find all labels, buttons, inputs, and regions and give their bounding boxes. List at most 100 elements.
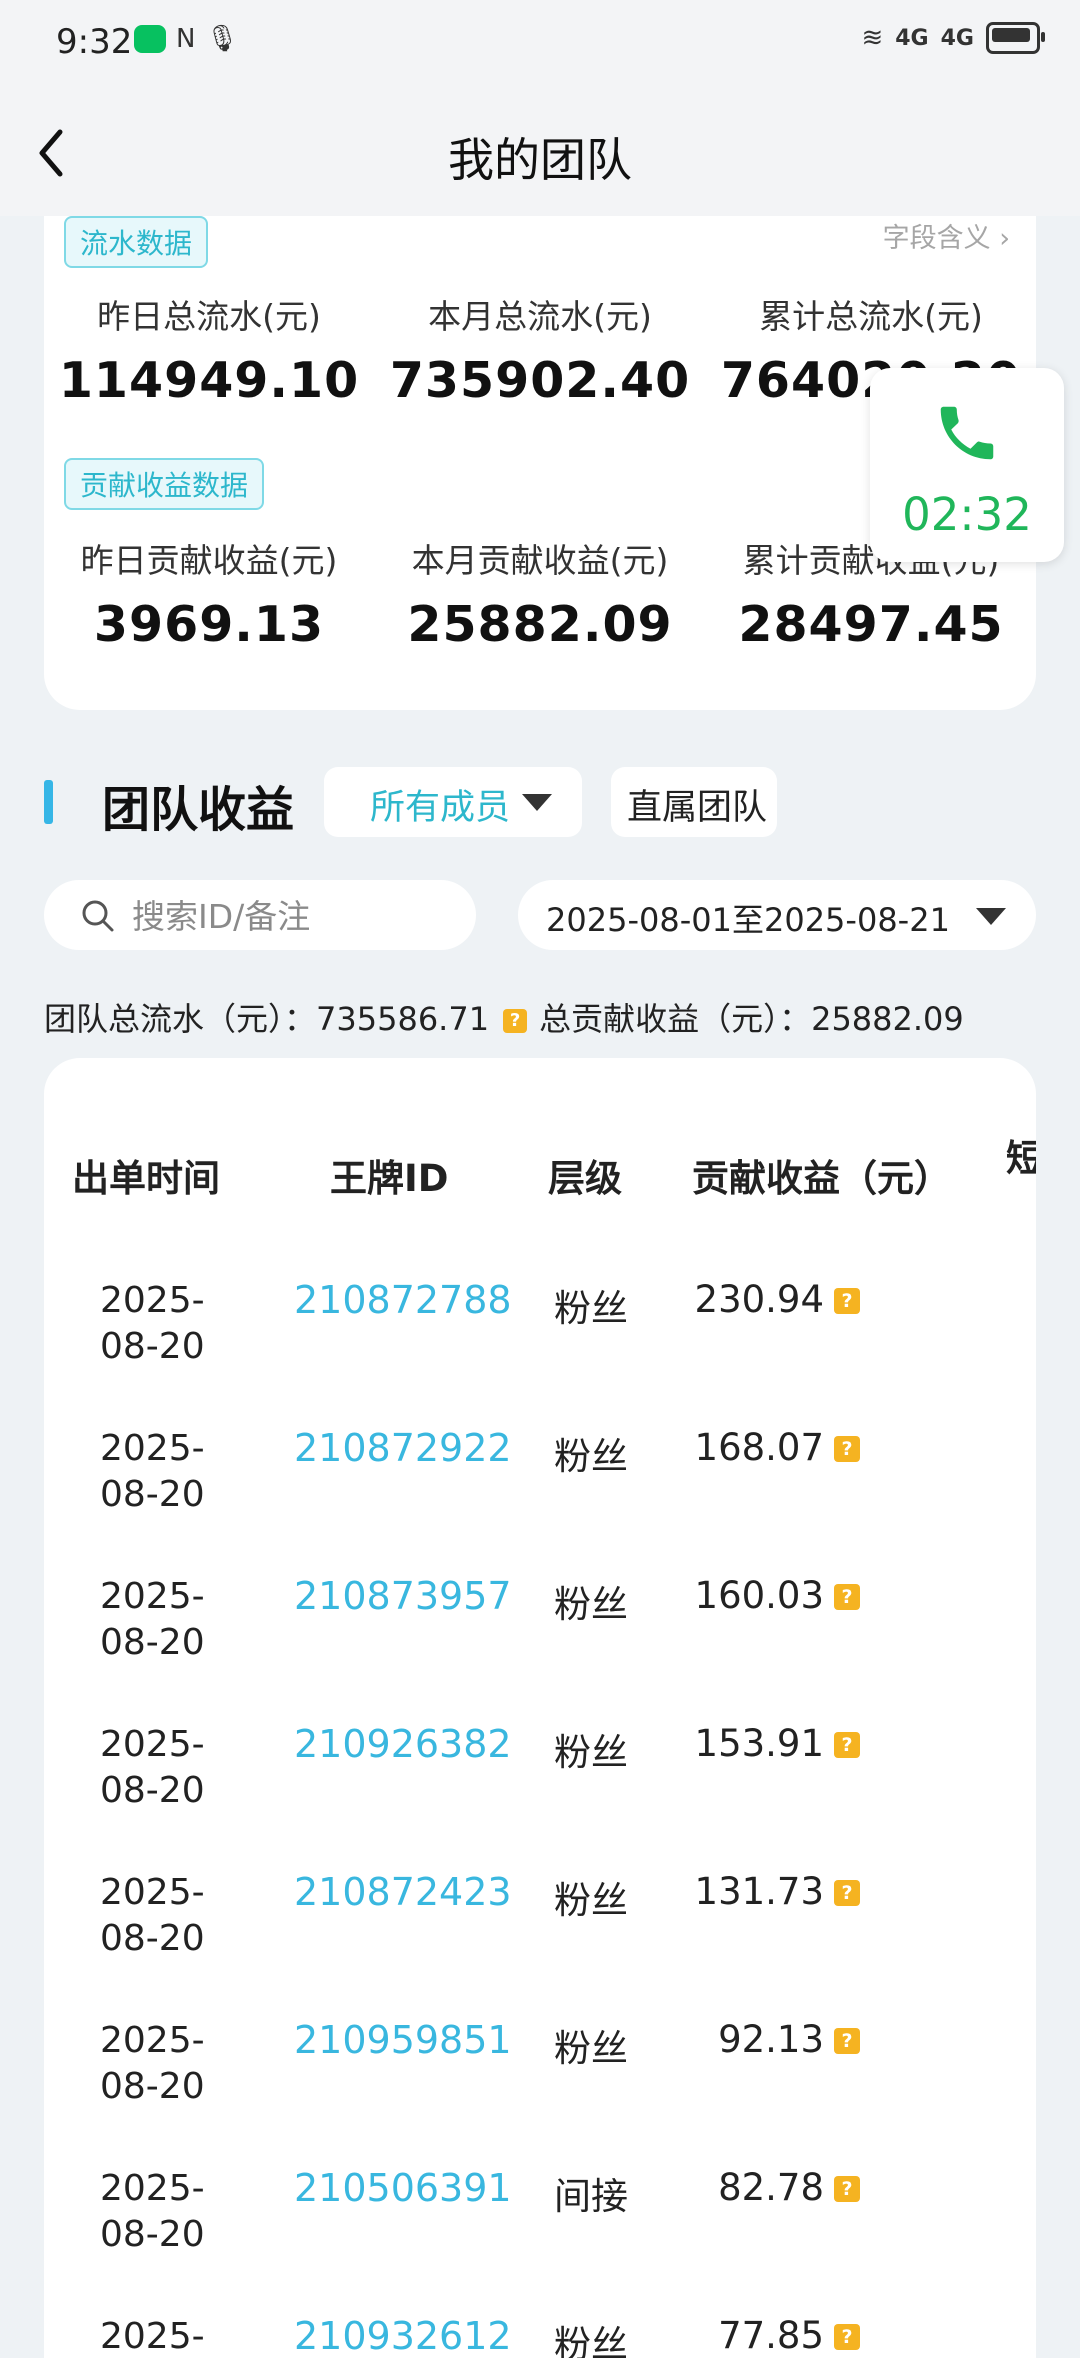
- stat-label: 本月总流水(元): [428, 297, 652, 336]
- date-range-picker[interactable]: 2025-08-01至2025-08-21: [518, 880, 1036, 950]
- cell-date-monthday: 08-20: [100, 1622, 205, 1663]
- search-input[interactable]: [130, 890, 454, 942]
- filter-direct-team[interactable]: 直属团队: [611, 767, 777, 837]
- nfc-icon: N: [176, 24, 196, 54]
- header-order-time: 出单时间: [72, 1157, 220, 1200]
- table-row: 2025- 08-20 210872788 粉丝 230.94?: [44, 1278, 1036, 1428]
- header-level: 层级: [548, 1157, 622, 1200]
- cell-order-time: 2025-08-20: [100, 2314, 205, 2358]
- section-title: 团队收益: [102, 782, 295, 838]
- header-contrib: 贡献收益（元）: [692, 1157, 951, 1200]
- stat-label: 昨日贡献收益(元): [80, 541, 338, 580]
- table-row: 2025-08-20 210932612 粉丝 77.85?: [44, 2314, 1036, 2358]
- cell-ace-id-link[interactable]: 210873957: [294, 1574, 512, 1618]
- cell-date-year: 2025-: [100, 2316, 205, 2357]
- cell-date-year: 2025-: [100, 2168, 205, 2209]
- field-meaning-link[interactable]: 字段含义 ›: [883, 216, 1010, 255]
- header-short-truncated: 短: [1006, 1137, 1036, 1180]
- filter-all-label: 所有成员: [370, 788, 511, 828]
- call-duration: 02:32: [902, 488, 1032, 541]
- stat-value: 735902.40: [389, 352, 691, 409]
- question-badge-icon[interactable]: ?: [834, 1584, 860, 1610]
- cell-contrib-amount: 160.03: [694, 1574, 824, 1617]
- question-badge-icon[interactable]: ?: [834, 1732, 860, 1758]
- nav-bar: 我的团队: [0, 86, 1080, 216]
- flow-data-tag: 流水数据: [64, 216, 209, 268]
- table-row: 2025- 08-20 210506391 间接 82.78?: [44, 2166, 1036, 2316]
- cell-ace-id-link[interactable]: 210872788: [294, 1278, 512, 1322]
- cell-date-year: 2025-: [100, 1280, 205, 1321]
- cell-level: 粉丝: [554, 1435, 628, 1478]
- filter-all-members[interactable]: 所有成员: [324, 767, 582, 837]
- header-ace-id: 王牌ID: [330, 1157, 449, 1200]
- cell-ace-id-link[interactable]: 210872922: [294, 1426, 512, 1470]
- question-badge-icon[interactable]: ?: [834, 1880, 860, 1906]
- date-range-value: 2025-08-01至2025-08-21: [546, 901, 950, 939]
- cell-level: 粉丝: [554, 2027, 628, 2070]
- call-floating-widget[interactable]: 02:32: [870, 368, 1064, 562]
- status-bar: 9:32 N 🎙 ≋ 4G 4G: [0, 0, 1080, 86]
- total-flow-label: 团队总流水（元）：: [44, 1000, 317, 1038]
- cell-date-year: 2025-: [100, 1428, 205, 1469]
- table-row: 2025- 08-20 210926382 粉丝 153.91?: [44, 1722, 1036, 1872]
- search-box: [44, 880, 476, 950]
- signal-icon: 4G: [940, 25, 974, 51]
- cell-date-monthday: 08-20: [100, 2214, 205, 2255]
- cell-contrib-amount: 131.73: [694, 1870, 824, 1913]
- mic-icon: 🎙: [205, 24, 239, 54]
- cell-date-year: 2025-: [100, 1576, 205, 1617]
- question-badge-icon[interactable]: ?: [834, 2176, 860, 2202]
- question-badge-icon[interactable]: ?: [834, 2028, 860, 2054]
- filter-direct-label: 直属团队: [627, 788, 768, 828]
- cell-contrib-amount: 82.78: [718, 2166, 824, 2209]
- cell-ace-id-link[interactable]: 210872423: [294, 1870, 512, 1914]
- cell-date-year: 2025-: [100, 1872, 205, 1913]
- cell-contrib-amount: 153.91: [694, 1722, 824, 1765]
- wechat-icon: [134, 25, 166, 53]
- cell-contrib-amount: 230.94: [694, 1278, 824, 1321]
- table-row: 2025- 08-20 210872423 粉丝 131.73?: [44, 1870, 1036, 2020]
- cell-order-time: 2025- 08-20: [100, 1722, 205, 1814]
- cell-date-monthday: 08-20: [100, 1770, 205, 1811]
- total-flow-value: 735586.71: [316, 1000, 490, 1038]
- question-badge-icon[interactable]: ?: [834, 1436, 860, 1462]
- cell-level: 粉丝: [554, 2323, 628, 2358]
- cell-ace-id-link[interactable]: 210506391: [294, 2166, 512, 2210]
- cell-ace-id-link[interactable]: 210932612: [294, 2314, 512, 2358]
- totals-line: 团队总流水（元）：735586.71? 总贡献收益（元）：25882.09: [44, 994, 964, 1040]
- cell-date-monthday: 08-20: [100, 1918, 205, 1959]
- triangle-down-icon: [976, 908, 1006, 925]
- cell-order-time: 2025- 08-20: [100, 1870, 205, 1962]
- status-time: 9:32: [56, 22, 133, 62]
- status-right-icons: ≋ 4G 4G: [861, 22, 1045, 54]
- cell-order-time: 2025- 08-20: [100, 1574, 205, 1666]
- stat-yesterday-contrib: 昨日贡献收益(元) 3969.13: [44, 534, 374, 653]
- cell-order-time: 2025-08-20: [100, 1426, 205, 1518]
- stat-value: 28497.45: [738, 596, 1004, 653]
- question-badge-icon[interactable]: ?: [834, 1288, 860, 1314]
- cell-order-time: 2025- 08-20: [100, 1278, 205, 1370]
- triangle-down-icon: [522, 794, 552, 811]
- earnings-table: 出单时间 王牌ID 层级 贡献收益（元） 短 2025- 08-20 2108727…: [44, 1058, 1036, 2358]
- cell-date-monthday: 08-20: [100, 1326, 205, 1367]
- table-row: 2025- 08-20 210872922 粉丝 168.07?: [44, 1426, 1036, 1576]
- cell-ace-id-link[interactable]: 210959851: [294, 2018, 512, 2062]
- cell-level: 间接: [554, 2175, 628, 2218]
- stat-label: 本月贡献收益(元): [411, 541, 669, 580]
- status-left-icons: N 🎙: [134, 24, 238, 54]
- stat-label: 昨日总流水(元): [97, 297, 321, 336]
- signal-icon: 4G: [895, 25, 929, 51]
- cell-contrib-amount: 92.13: [718, 2018, 824, 2061]
- stat-value: 114949.10: [58, 352, 360, 409]
- stat-value: 3969.13: [93, 596, 325, 653]
- cell-ace-id-link[interactable]: 210926382: [294, 1722, 512, 1766]
- stat-label: 累计总流水(元): [759, 297, 983, 336]
- contrib-data-tag: 贡献收益数据: [64, 458, 265, 510]
- cell-date-year: 2025-: [100, 1724, 205, 1765]
- cell-date-monthday: 08-20: [100, 2066, 205, 2107]
- stat-value: 25882.09: [407, 596, 673, 653]
- question-badge-icon[interactable]: ?: [503, 1009, 528, 1033]
- cell-level: 粉丝: [554, 1731, 628, 1774]
- phone-icon: [940, 406, 994, 460]
- question-badge-icon[interactable]: ?: [834, 2324, 860, 2350]
